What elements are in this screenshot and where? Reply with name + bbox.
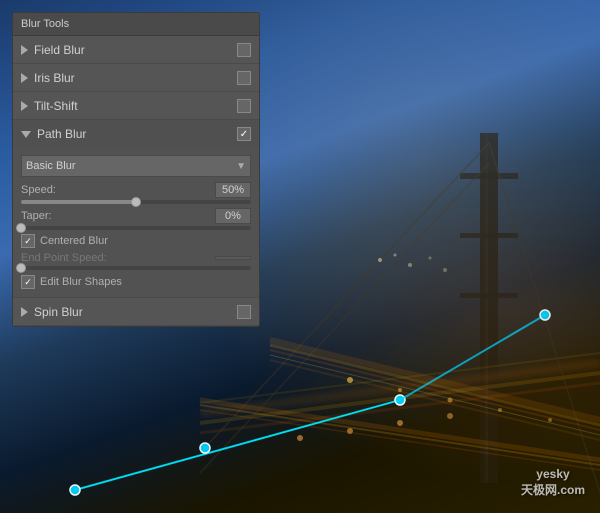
tilt-shift-label: Tilt-Shift [34, 99, 237, 113]
edit-blur-checkbox[interactable]: ✓ [21, 275, 35, 289]
taper-track[interactable] [21, 226, 251, 230]
edit-blur-shapes-row[interactable]: ✓ Edit Blur Shapes [21, 275, 251, 289]
endpoint-thumb[interactable] [16, 263, 26, 273]
taper-value[interactable]: 0% [215, 208, 251, 224]
endpoint-label-row: End Point Speed: [21, 252, 251, 264]
endpoint-speed-label: End Point Speed: [21, 252, 215, 264]
path-blur-expand-icon [21, 131, 31, 138]
tilt-shift-expand-icon [21, 101, 28, 111]
watermark-brand: yesky [521, 467, 585, 481]
tilt-shift-row[interactable]: Tilt-Shift [13, 92, 259, 120]
path-blur-checkbox[interactable]: ✓ [237, 127, 251, 141]
centered-blur-label: Centered Blur [40, 235, 108, 247]
preset-value: Basic Blur [26, 160, 76, 172]
preset-select-row: Basic Blur ▼ [21, 155, 251, 177]
endpoint-speed-value[interactable] [215, 256, 251, 260]
centered-blur-row[interactable]: ✓ Centered Blur [21, 234, 251, 248]
taper-slider-row: Taper: 0% [21, 208, 251, 230]
field-blur-row[interactable]: Field Blur [13, 36, 259, 64]
taper-label-row: Taper: 0% [21, 208, 251, 224]
speed-track[interactable] [21, 200, 251, 204]
path-blur-section: Path Blur ✓ Basic Blur ▼ Speed: 50% [13, 120, 259, 298]
field-blur-expand-icon [21, 45, 28, 55]
endpoint-track[interactable] [21, 266, 251, 270]
watermark: yesky 天极网.com [521, 467, 585, 498]
panel-title: Blur Tools [13, 13, 259, 36]
iris-blur-expand-icon [21, 73, 28, 83]
spin-blur-row[interactable]: Spin Blur [13, 298, 259, 326]
speed-label-row: Speed: 50% [21, 182, 251, 198]
speed-thumb[interactable] [131, 197, 141, 207]
speed-slider-row: Speed: 50% [21, 182, 251, 204]
field-blur-label: Field Blur [34, 43, 237, 57]
path-start-dot [70, 485, 80, 495]
speed-fill [21, 200, 136, 204]
centered-blur-checkbox[interactable]: ✓ [21, 234, 35, 248]
path-far-dot [540, 310, 550, 320]
spin-blur-expand-icon [21, 307, 28, 317]
field-blur-checkbox[interactable] [237, 43, 251, 57]
preset-select[interactable]: Basic Blur ▼ [21, 155, 251, 177]
iris-blur-checkbox[interactable] [237, 71, 251, 85]
speed-label: Speed: [21, 184, 215, 196]
iris-blur-row[interactable]: Iris Blur [13, 64, 259, 92]
path-blur-label: Path Blur [37, 127, 237, 141]
taper-label: Taper: [21, 210, 215, 222]
path-blur-header[interactable]: Path Blur ✓ [13, 120, 259, 148]
watermark-domain: 天极网.com [521, 481, 585, 498]
spin-blur-label: Spin Blur [34, 305, 237, 319]
tilt-shift-checkbox[interactable] [237, 99, 251, 113]
taper-thumb[interactable] [16, 223, 26, 233]
path-mid-dot [200, 443, 210, 453]
spin-blur-checkbox[interactable] [237, 305, 251, 319]
edit-blur-label: Edit Blur Shapes [40, 276, 122, 288]
speed-value[interactable]: 50% [215, 182, 251, 198]
blur-tools-panel: Blur Tools Field Blur Iris Blur Tilt-Shi… [12, 12, 260, 327]
preset-arrow-icon: ▼ [236, 161, 246, 172]
endpoint-row: End Point Speed: [21, 252, 251, 270]
iris-blur-label: Iris Blur [34, 71, 237, 85]
path-blur-content: Basic Blur ▼ Speed: 50% Taper: [13, 148, 259, 297]
